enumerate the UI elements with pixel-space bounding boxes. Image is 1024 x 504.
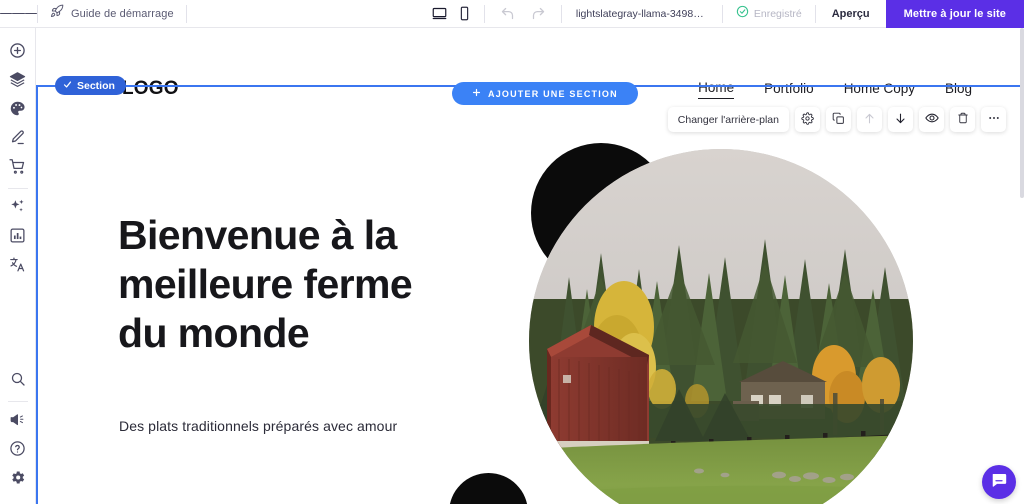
gear-icon — [9, 469, 26, 491]
desktop-icon[interactable] — [430, 4, 449, 23]
sidebar-item-settings[interactable] — [4, 465, 32, 494]
sidebar-item-announcements[interactable] — [4, 407, 32, 436]
more-options-button[interactable] — [981, 107, 1006, 132]
move-section-down-button[interactable] — [888, 107, 913, 132]
device-switcher — [420, 4, 484, 23]
topbar-left-group: Guide de démarrage — [0, 0, 187, 27]
sidebar-item-analytics[interactable] — [4, 223, 32, 252]
change-background-button[interactable]: Changer l'arrière-plan — [667, 107, 789, 132]
check-icon — [63, 80, 72, 92]
undo-icon[interactable] — [499, 5, 516, 22]
sparkle-icon — [9, 198, 26, 220]
site-name-label[interactable]: lightslategray-llama-349861... — [562, 8, 722, 20]
cart-icon — [9, 158, 26, 180]
move-section-up-button[interactable] — [857, 107, 882, 132]
mobile-icon[interactable] — [455, 4, 474, 23]
sidebar-item-edit[interactable] — [4, 125, 32, 154]
chat-widget-button[interactable] — [982, 465, 1016, 499]
trash-icon — [957, 112, 969, 127]
layers-icon — [9, 71, 26, 93]
decorative-circle-bottom — [449, 473, 528, 504]
save-status: Enregistré — [723, 5, 815, 23]
section-badge[interactable]: Section — [55, 76, 126, 95]
sidebar-item-store[interactable] — [4, 154, 32, 183]
divider — [7, 401, 28, 402]
history-controls — [485, 5, 561, 22]
top-toolbar: Guide de démarrage lightslategray-llama-… — [0, 0, 1024, 28]
sidebar-item-add[interactable] — [4, 38, 32, 67]
vertical-scrollbar[interactable] — [1020, 28, 1024, 198]
divider — [7, 188, 28, 189]
translate-icon — [9, 256, 26, 278]
farm-photo — [529, 149, 913, 504]
eye-icon — [924, 111, 939, 128]
hamburger-icon[interactable] — [0, 0, 37, 27]
check-circle-icon — [736, 5, 749, 23]
question-circle-icon — [9, 440, 26, 462]
hero-title[interactable]: Bienvenue à la meilleure ferme du monde — [118, 211, 448, 359]
sidebar-item-ai[interactable] — [4, 194, 32, 223]
site-header — [36, 28, 1024, 85]
section-settings-button[interactable] — [795, 107, 820, 132]
rocket-icon — [50, 4, 64, 23]
hero-image[interactable] — [529, 149, 913, 504]
sidebar-item-search[interactable] — [4, 367, 32, 396]
hero-subtitle[interactable]: Des plats traditionnels préparés avec am… — [119, 418, 459, 434]
sidebar-item-design[interactable] — [4, 96, 32, 125]
plus-icon — [472, 88, 481, 99]
ellipsis-icon — [987, 111, 1001, 128]
save-status-label: Enregistré — [753, 7, 802, 20]
chat-icon — [990, 471, 1008, 494]
hide-section-button[interactable] — [919, 107, 944, 132]
plus-circle-icon — [9, 42, 26, 64]
add-section-label: AJOUTER UNE SECTION — [488, 88, 618, 99]
publish-site-button[interactable]: Mettre à jour le site — [885, 0, 1024, 28]
sidebar-top-group — [4, 28, 32, 281]
add-section-button[interactable]: AJOUTER UNE SECTION — [452, 82, 638, 105]
megaphone-icon — [9, 411, 26, 433]
search-icon — [10, 371, 26, 392]
redo-icon[interactable] — [530, 5, 547, 22]
copy-icon — [832, 112, 845, 128]
divider — [185, 4, 187, 23]
bar-chart-icon — [9, 227, 26, 249]
left-sidebar — [0, 28, 36, 504]
sidebar-bottom-group — [4, 367, 32, 504]
palette-icon — [9, 100, 26, 122]
section-toolbar: Changer l'arrière-plan — [667, 107, 1006, 132]
sidebar-item-language[interactable] — [4, 252, 32, 281]
section-badge-label: Section — [77, 79, 115, 92]
duplicate-section-button[interactable] — [826, 107, 851, 132]
sidebar-item-help[interactable] — [4, 436, 32, 465]
getting-started-guide-button[interactable]: Guide de démarrage — [38, 0, 186, 27]
pen-icon — [9, 129, 26, 151]
guide-label: Guide de démarrage — [71, 7, 174, 20]
arrow-up-icon — [863, 112, 876, 128]
gear-icon — [801, 111, 814, 128]
sidebar-item-layers[interactable] — [4, 67, 32, 96]
site-canvas[interactable]: LOGO Home Portfolio Home Copy Blog Secti… — [36, 28, 1024, 504]
preview-button[interactable]: Aperçu — [816, 8, 886, 20]
delete-section-button[interactable] — [950, 107, 975, 132]
arrow-down-icon — [894, 112, 907, 128]
